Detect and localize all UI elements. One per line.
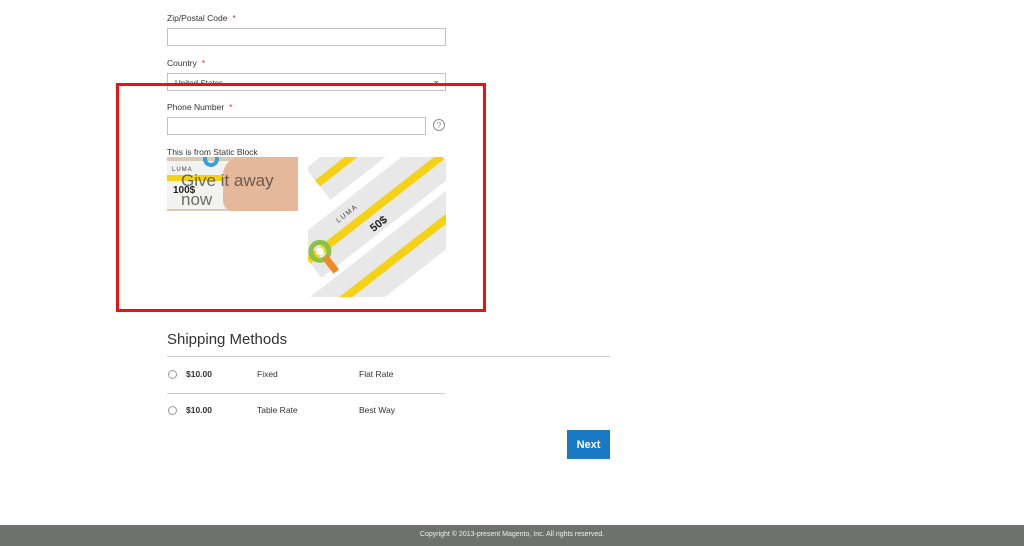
zip-label-text: Zip/Postal Code xyxy=(167,13,228,23)
checkout-shipping-page: Zip/Postal Code * Country * United States … xyxy=(0,0,1024,546)
zip-required-mark: * xyxy=(232,13,236,23)
shipping-method-name: Fixed xyxy=(257,369,278,379)
zip-label: Zip/Postal Code * xyxy=(167,13,236,23)
next-button[interactable]: Next xyxy=(567,430,610,459)
shipping-carrier-name: Flat Rate xyxy=(359,369,394,379)
shipping-method-radio[interactable] xyxy=(168,406,177,415)
highlight-box xyxy=(116,83,486,312)
country-label-text: Country xyxy=(167,58,197,68)
shipping-method-row[interactable]: $10.00 Table Rate Best Way xyxy=(167,393,445,429)
shipping-price: $10.00 xyxy=(186,405,212,415)
shipping-method-name: Table Rate xyxy=(257,405,298,415)
shipping-carrier-name: Best Way xyxy=(359,405,396,415)
zip-input[interactable] xyxy=(167,28,446,46)
shipping-price: $10.00 xyxy=(186,369,212,379)
copyright-text: Copyright © 2013-present Magento, Inc. A… xyxy=(419,531,605,538)
footer: Copyright © 2013-present Magento, Inc. A… xyxy=(0,525,1024,546)
country-required-mark: * xyxy=(201,58,206,68)
shipping-methods-title: Shipping Methods xyxy=(167,331,288,348)
country-label: Country * xyxy=(167,58,205,68)
shipping-method-row[interactable]: $10.00 Fixed Flat Rate xyxy=(167,357,445,394)
shipping-method-radio[interactable] xyxy=(168,370,177,379)
